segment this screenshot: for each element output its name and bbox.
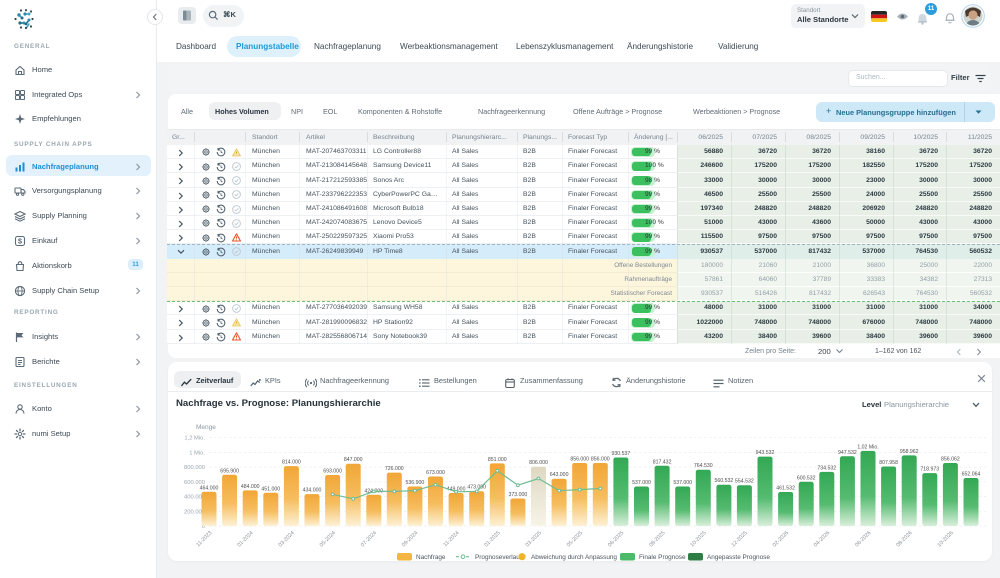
svg-text:537.000: 537.000 (632, 480, 651, 486)
svg-text:930.537: 930.537 (612, 451, 631, 457)
svg-text:1,2 Mio.: 1,2 Mio. (184, 436, 205, 442)
svg-text:06-2026: 06-2026 (854, 530, 872, 548)
svg-text:03-2025: 03-2025 (525, 530, 543, 548)
svg-text:947.532: 947.532 (838, 450, 857, 456)
svg-text:856.062: 856.062 (941, 457, 960, 463)
svg-text:Menge: Menge (196, 424, 216, 431)
svg-text:03-2024: 03-2024 (278, 530, 296, 548)
svg-text:01-2025: 01-2025 (483, 530, 501, 548)
svg-text:817.432: 817.432 (653, 459, 672, 465)
svg-text:764.530: 764.530 (694, 463, 713, 469)
svg-text:652.064: 652.064 (962, 472, 981, 478)
svg-text:856.000: 856.000 (570, 457, 589, 463)
svg-text:807.958: 807.958 (879, 460, 898, 466)
svg-text:07-2024: 07-2024 (360, 530, 378, 548)
svg-text:943.532: 943.532 (756, 450, 775, 456)
svg-text:434.000: 434.000 (303, 488, 322, 494)
svg-text:726.000: 726.000 (385, 466, 404, 472)
svg-text:464.000: 464.000 (200, 485, 219, 491)
svg-text:11-2024: 11-2024 (443, 530, 461, 548)
svg-text:537.000: 537.000 (673, 480, 692, 486)
svg-text:12-2025: 12-2025 (731, 530, 749, 548)
svg-text:536.900: 536.900 (406, 480, 425, 486)
svg-text:$: $ (18, 237, 23, 246)
svg-text:08-2026: 08-2026 (895, 530, 913, 548)
svg-text:1 Mio.: 1 Mio. (189, 450, 205, 456)
svg-text:806.000: 806.000 (529, 460, 548, 466)
svg-text:958.962: 958.962 (900, 449, 919, 455)
svg-text:600.532: 600.532 (797, 475, 816, 481)
svg-text:856.000: 856.000 (591, 457, 610, 463)
svg-text:847.000: 847.000 (344, 457, 363, 463)
svg-text:Abweichung durch Anpassung: Abweichung durch Anpassung (531, 554, 617, 561)
svg-text:560.532: 560.532 (715, 478, 734, 484)
svg-text:451.000: 451.000 (261, 486, 280, 492)
svg-text:800.000: 800.000 (184, 465, 205, 471)
svg-text:554.532: 554.532 (735, 479, 754, 485)
svg-text:693.000: 693.000 (323, 469, 342, 475)
svg-text:461.532: 461.532 (776, 486, 795, 492)
svg-text:06-2025: 06-2025 (607, 530, 625, 548)
svg-text:Nachfrage: Nachfrage (416, 554, 446, 561)
svg-text:734.532: 734.532 (817, 465, 836, 471)
svg-text:851.000: 851.000 (488, 457, 507, 463)
svg-text:Prognoseverlauf: Prognoseverlauf (475, 554, 522, 561)
svg-text:695.900: 695.900 (220, 468, 239, 474)
svg-text:08-2025: 08-2025 (648, 530, 666, 548)
svg-text:01-2024: 01-2024 (236, 530, 254, 548)
svg-text:373.000: 373.000 (509, 492, 528, 498)
svg-text:09-2024: 09-2024 (401, 530, 419, 548)
svg-text:05-2025: 05-2025 (566, 530, 584, 548)
svg-text:718.973: 718.973 (920, 467, 939, 473)
svg-text:1,02 Mio.: 1,02 Mio. (857, 444, 878, 450)
svg-text:11-2023: 11-2023 (195, 530, 213, 548)
svg-text:673.000: 673.000 (426, 470, 445, 476)
svg-text:02-2026: 02-2026 (772, 530, 790, 548)
svg-text:Finale Prognose: Finale Prognose (639, 554, 686, 561)
svg-text:814.000: 814.000 (282, 460, 301, 466)
svg-text:05-2024: 05-2024 (319, 530, 337, 548)
svg-text:484.000: 484.000 (241, 484, 260, 490)
svg-text:Angepasste Prognose: Angepasste Prognose (707, 554, 770, 561)
svg-text:10-2025: 10-2025 (689, 530, 707, 548)
svg-text:10-2026: 10-2026 (937, 530, 955, 548)
svg-text:04-2026: 04-2026 (813, 530, 831, 548)
svg-text:643.000: 643.000 (550, 472, 569, 478)
